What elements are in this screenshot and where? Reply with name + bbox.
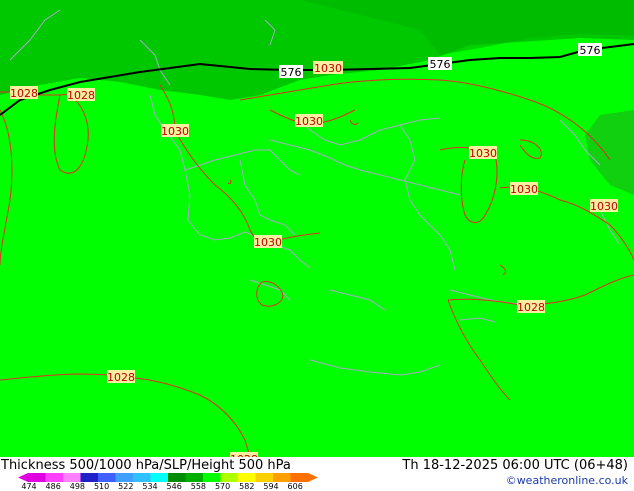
legend-swatch (28, 473, 46, 482)
slp-label: 1030 (254, 235, 282, 249)
legend-arrow-left (18, 473, 28, 482)
svg-text:1030: 1030 (254, 236, 282, 249)
slp-label: 1030 (469, 146, 497, 160)
legend-swatch (80, 473, 99, 482)
svg-text:1030: 1030 (295, 115, 323, 128)
svg-text:1028: 1028 (10, 87, 38, 100)
weather-map: 1028 1028 1030 1030 1030 1030 1030 1030 … (0, 0, 634, 457)
map-footer: Thickness 500/1000 hPa/SLP/Height 500 hP… (0, 457, 634, 491)
legend-swatch (290, 473, 309, 482)
credit-link[interactable]: ©weatheronline.co.uk (506, 474, 628, 487)
legend-swatch (115, 473, 134, 482)
slp-label: 1028 (67, 88, 95, 102)
legend-swatch (203, 473, 221, 482)
legend-arrow-right (308, 473, 318, 482)
svg-text:576: 576 (430, 58, 451, 71)
legend-swatch (185, 473, 204, 482)
slp-label: 1028 (107, 370, 135, 384)
legend-swatch (98, 473, 116, 482)
slp-label: 1028 (517, 300, 545, 314)
map-title: Thickness 500/1000 hPa/SLP/Height 500 hP… (1, 458, 291, 473)
color-legend (18, 473, 318, 482)
svg-text:576: 576 (281, 66, 302, 79)
svg-text:1030: 1030 (161, 125, 189, 138)
svg-text:1030: 1030 (510, 183, 538, 196)
height-label: 576 (578, 43, 602, 57)
legend-swatch (45, 473, 64, 482)
legend-swatch (133, 473, 151, 482)
legend-swatch (220, 473, 239, 482)
legend-swatch (63, 473, 81, 482)
legend-swatch (238, 473, 256, 482)
legend-swatch (168, 473, 186, 482)
legend-swatch (150, 473, 169, 482)
slp-label: 1028 (10, 86, 38, 100)
slp-label: 1030 (161, 124, 189, 138)
svg-text:1030: 1030 (314, 62, 342, 75)
svg-text:1028: 1028 (517, 301, 545, 314)
slp-label: 1030 (510, 182, 538, 196)
height-label: 576 (428, 57, 452, 71)
slp-label: 1030 (590, 199, 618, 213)
valid-time: Th 18-12-2025 06:00 UTC (06+48) (402, 458, 628, 473)
svg-text:1030: 1030 (590, 200, 618, 213)
svg-text:1030: 1030 (469, 147, 497, 160)
svg-text:1028: 1028 (107, 371, 135, 384)
svg-text:1028: 1028 (67, 89, 95, 102)
legend-swatch (255, 473, 274, 482)
legend-swatch (273, 473, 291, 482)
svg-text:576: 576 (580, 44, 601, 57)
slp-label: 1030 (295, 114, 323, 128)
height-label: 576 (279, 65, 303, 79)
slp-label: 1030 (313, 61, 343, 75)
